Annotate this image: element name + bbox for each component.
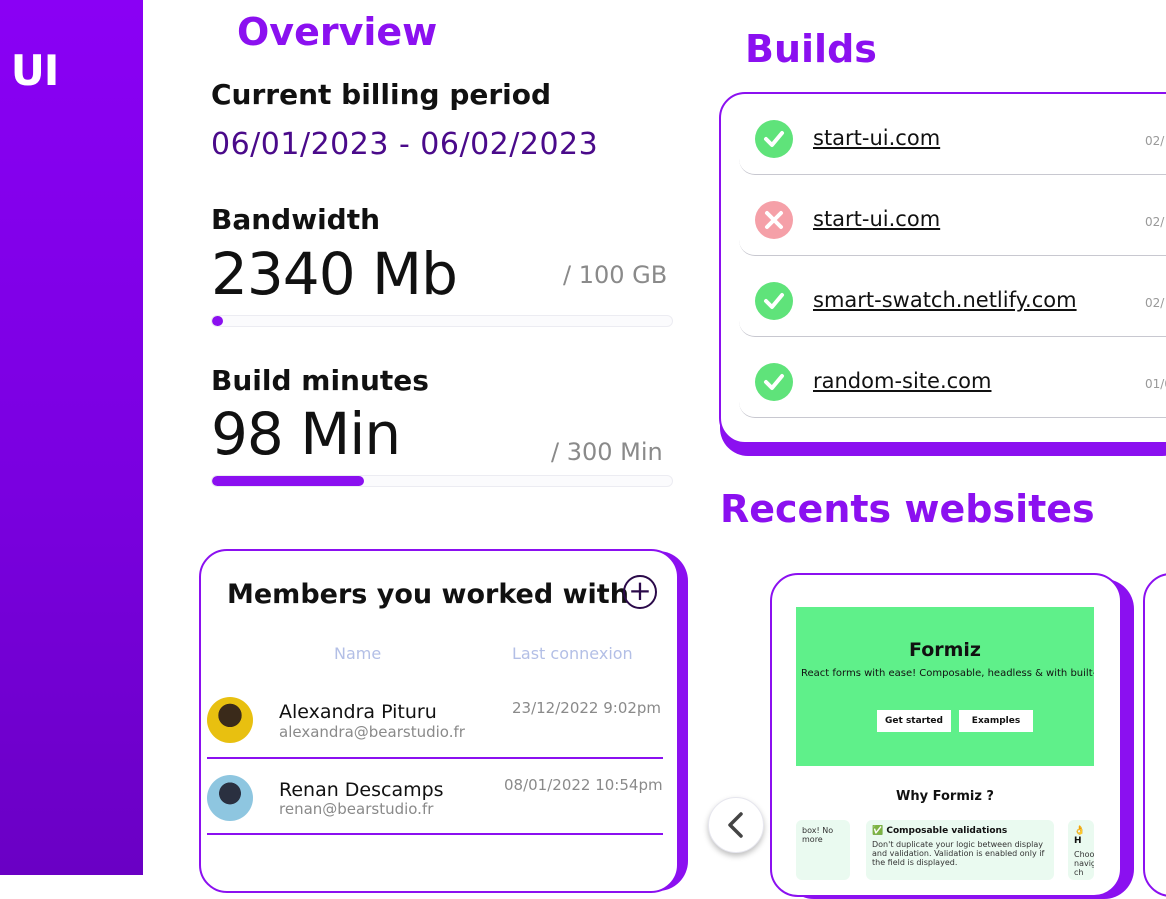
bandwidth-label: Bandwidth (211, 203, 381, 236)
column-header-last-connexion: Last connexion (512, 644, 633, 663)
build-minutes-value: 98 Min (211, 400, 401, 468)
website-card[interactable]: Formiz React forms with ease! Composable… (770, 573, 1122, 897)
build-minutes-progress (211, 475, 673, 487)
website-card[interactable] (1143, 573, 1166, 897)
bandwidth-progress (211, 315, 673, 327)
avatar (207, 775, 253, 821)
preview-feature-text: Don't duplicate your logic between displ… (872, 840, 1045, 867)
build-date: 02/ (1145, 296, 1165, 310)
member-name: Renan Descamps (279, 779, 444, 801)
overview-heading: Overview (237, 10, 438, 54)
build-row[interactable]: start-ui.com 02/ (739, 175, 1166, 256)
member-last-connexion: 08/01/2022 10:54pm (504, 776, 663, 794)
build-site-link[interactable]: start-ui.com (813, 126, 940, 150)
error-x-icon (755, 201, 793, 239)
avatar (207, 697, 253, 743)
billing-period-label: Current billing period (211, 78, 552, 111)
bandwidth-progress-fill (212, 316, 223, 326)
member-row[interactable]: Alexandra Pituru alexandra@bearstudio.fr… (207, 681, 663, 759)
app-logo[interactable]: t UI (0, 46, 59, 95)
build-row[interactable]: start-ui.com 02/ (739, 94, 1166, 175)
sidebar: t UI (0, 0, 143, 875)
bandwidth-value: 2340 Mb (211, 240, 458, 308)
build-date: 01/0 (1145, 377, 1166, 391)
add-member-button[interactable]: + (623, 575, 657, 609)
preview-feature-card: ✅ Composable validations Don't duplicate… (866, 820, 1054, 880)
recents-heading: Recents websites (720, 487, 1095, 531)
build-row[interactable]: random-site.com 01/0 (739, 337, 1166, 418)
build-site-link[interactable]: random-site.com (813, 369, 991, 393)
preview-feature-card: 👌 H Choos navig ch (1068, 820, 1094, 880)
preview-why-heading: Why Formiz ? (896, 789, 994, 804)
preview-examples-button: Examples (959, 710, 1033, 732)
member-name: Alexandra Pituru (279, 701, 437, 723)
member-last-connexion: 23/12/2022 9:02pm (512, 699, 662, 717)
column-header-name: Name (334, 644, 382, 663)
website-preview-hero: Formiz React forms with ease! Composable… (796, 607, 1094, 766)
preview-subtitle: React forms with ease! Composable, headl… (801, 668, 1094, 679)
success-check-icon (755, 120, 793, 158)
preview-title: Formiz (908, 639, 981, 661)
preview-feature-text: box! No more (802, 826, 834, 844)
bandwidth-max: / 100 GB (563, 261, 668, 289)
build-site-link[interactable]: start-ui.com (813, 207, 940, 231)
members-title: Members you worked with (227, 579, 629, 610)
member-email: renan@bearstudio.fr (279, 800, 434, 818)
builds-heading: Builds (745, 27, 877, 71)
preview-feature-title: ✅ Composable validations (872, 826, 1008, 836)
build-date: 02/ (1145, 215, 1165, 229)
preview-get-started-button: Get started (877, 710, 951, 732)
build-site-link[interactable]: smart-swatch.netlify.com (813, 288, 1077, 312)
success-check-icon (755, 363, 793, 401)
build-minutes-label: Build minutes (211, 364, 429, 397)
members-card: Members you worked with + Name Last conn… (199, 549, 679, 893)
preview-feature-text: Choos navig ch (1074, 850, 1094, 877)
build-date: 02/ (1145, 134, 1165, 148)
build-row[interactable]: smart-swatch.netlify.com 02/ (739, 256, 1166, 337)
build-minutes-max: / 300 Min (551, 438, 663, 466)
billing-period-dates: 06/01/2023 - 06/02/2023 (211, 127, 599, 162)
carousel-previous-button[interactable] (708, 797, 764, 853)
preview-feature-title: 👌 H (1074, 826, 1086, 846)
member-row[interactable]: Renan Descamps renan@bearstudio.fr 08/01… (207, 757, 663, 835)
preview-feature-card: box! No more (796, 820, 850, 880)
build-minutes-progress-fill (212, 476, 364, 486)
chevron-left-icon (728, 812, 743, 838)
member-email: alexandra@bearstudio.fr (279, 723, 465, 741)
builds-card: start-ui.com 02/ start-ui.com 02/ smart-… (719, 92, 1166, 444)
success-check-icon (755, 282, 793, 320)
